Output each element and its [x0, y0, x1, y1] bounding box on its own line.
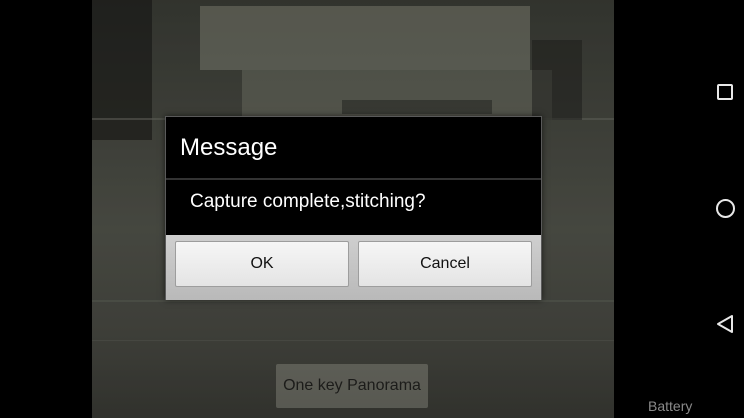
back-icon	[717, 315, 733, 333]
battery-label: Battery	[648, 398, 693, 414]
dialog-button-bar: OK Cancel	[166, 235, 541, 300]
home-icon	[715, 198, 735, 218]
dialog-divider	[166, 178, 541, 180]
recents-button[interactable]	[709, 76, 741, 108]
ok-button[interactable]: OK	[175, 241, 349, 287]
back-button[interactable]	[709, 308, 741, 340]
left-black-bar	[0, 0, 92, 418]
cancel-button[interactable]: Cancel	[358, 241, 532, 287]
dialog-title: Message	[180, 134, 278, 161]
message-dialog: Message Capture complete,stitching? OK C…	[165, 116, 542, 300]
one-key-panorama-button[interactable]: One key Panorama	[276, 364, 428, 408]
home-button[interactable]	[709, 192, 741, 224]
dialog-message: Capture complete,stitching?	[190, 191, 426, 212]
recents-icon	[717, 84, 733, 100]
